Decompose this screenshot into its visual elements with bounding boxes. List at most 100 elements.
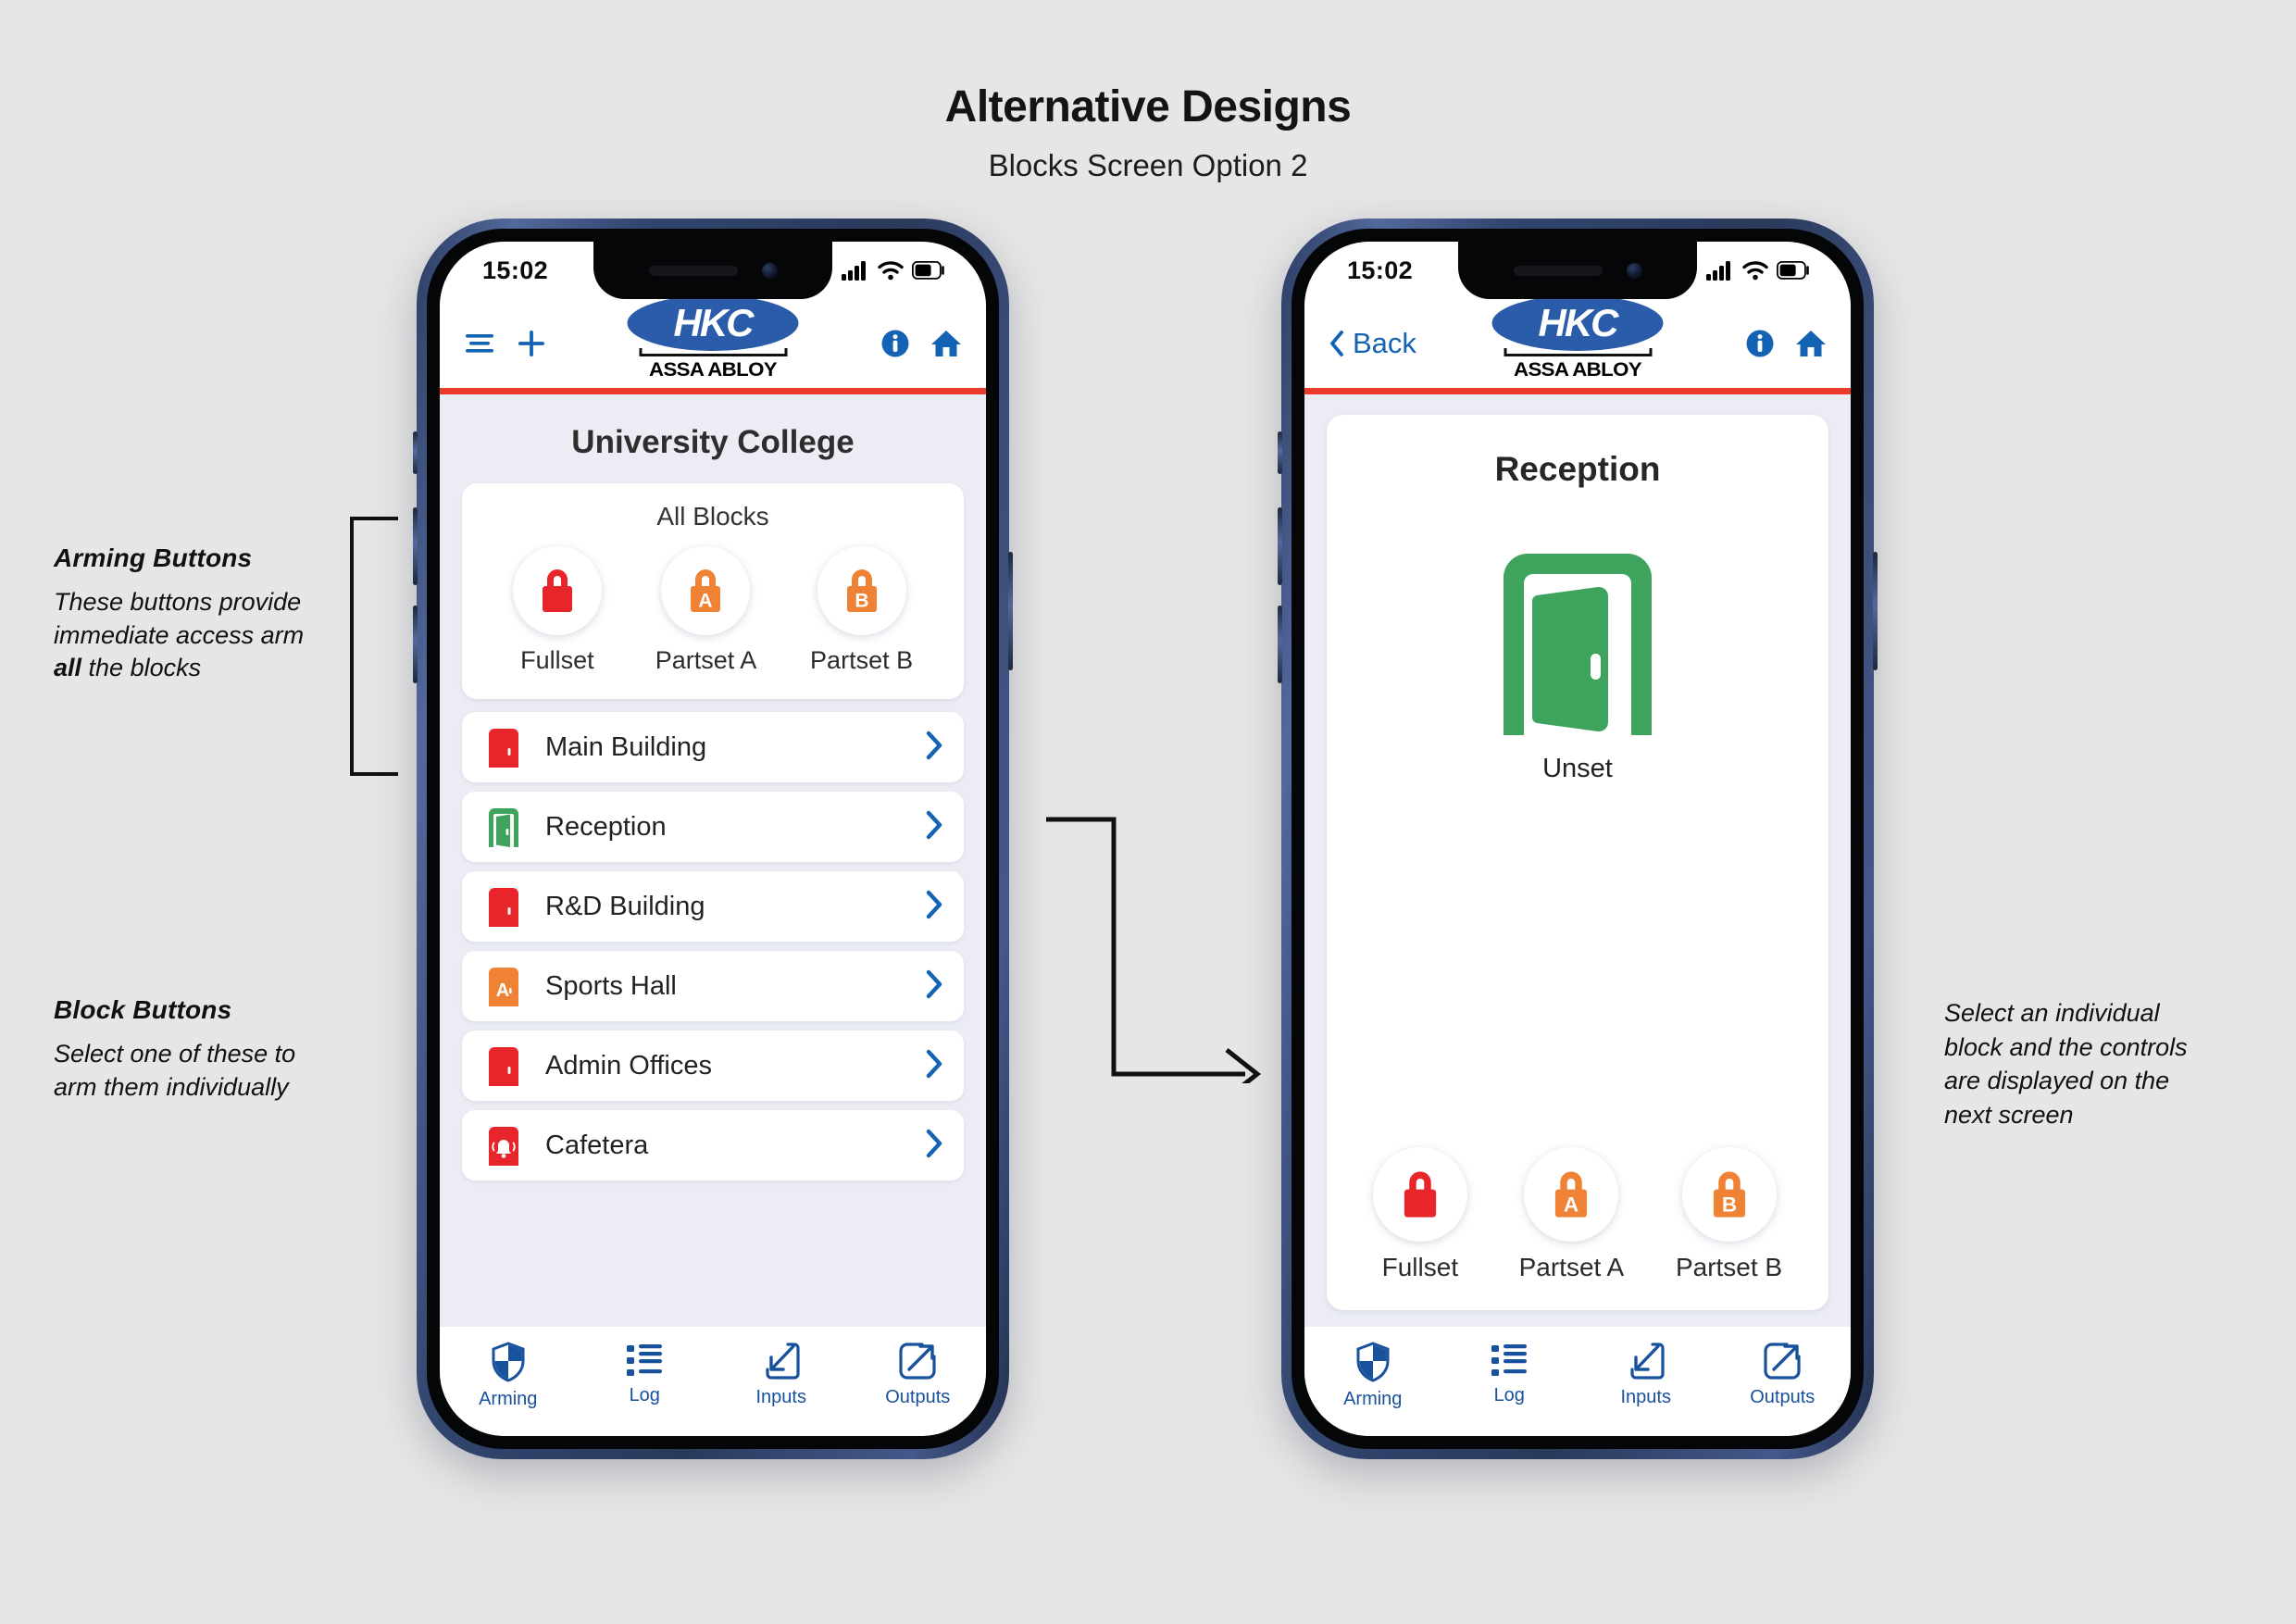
plus-icon[interactable] [516, 328, 547, 359]
chevron-right-icon [925, 1129, 943, 1163]
phone-bezel: 15:02 [427, 229, 999, 1449]
block-row-main-building[interactable]: Main Building [462, 712, 964, 782]
block-row-reception[interactable]: Reception [462, 792, 964, 862]
svg-text:A: A [699, 591, 713, 612]
hkc-logo-text: HKC [673, 301, 755, 344]
tab-arming[interactable]: Arming [453, 1342, 564, 1410]
earpiece-speaker [1513, 265, 1603, 276]
phone-power-button[interactable] [1873, 552, 1878, 670]
phone-volume-down-button[interactable] [1278, 606, 1282, 683]
arm-button-fullset[interactable]: Fullset [1372, 1147, 1467, 1282]
door-open-icon [1491, 546, 1665, 741]
phone-mockup-blocks-list: 15:02 HKC ASSA ABLOY University College … [413, 219, 1013, 1459]
annotation-next-screen-body: Select an individual block and the contr… [1944, 999, 2188, 1130]
phone-volume-down-button[interactable] [413, 606, 418, 683]
arm-label-partset-b: Partset B [810, 646, 914, 674]
tab-outputs[interactable]: Outputs [1727, 1342, 1838, 1408]
chevron-right-icon [925, 1049, 943, 1083]
anno-arming-strong: all [54, 654, 82, 682]
app-header: Back HKC ASSA ABLOY [1304, 295, 1851, 388]
chevron-left-icon [1330, 331, 1343, 356]
padlock-a-icon: A [1555, 1171, 1588, 1218]
block-name: Reception [545, 811, 667, 842]
door-open-icon [482, 806, 525, 848]
shield-icon [492, 1342, 525, 1382]
block-row-rd-building[interactable]: R&D Building [462, 871, 964, 942]
block-row-cafetera[interactable]: Cafetera [462, 1110, 964, 1181]
front-camera [1626, 262, 1642, 279]
phone-power-button[interactable] [1008, 552, 1013, 670]
anno-arming-post: the blocks [81, 654, 202, 682]
list-icon [1491, 1344, 1528, 1376]
annotation-block-buttons: Block Buttons Select one of these to arm… [54, 995, 331, 1104]
hamburger-menu-icon[interactable] [464, 330, 495, 357]
block-list: Main Building Reception R&D Building A S… [440, 712, 986, 1327]
arm-button-partset-a[interactable]: A Partset A [1518, 1147, 1625, 1282]
header-right-actions [823, 329, 962, 358]
annotation-next-screen: Select an individual block and the contr… [1944, 996, 2194, 1132]
wifi-icon [1742, 261, 1768, 281]
arm-label-fullset: Fullset [520, 646, 594, 674]
tab-log[interactable]: Log [589, 1342, 700, 1406]
arm-circle-fullset [512, 546, 602, 635]
annotation-block-body: Select one of these to arm them individu… [54, 1040, 296, 1101]
earpiece-speaker [648, 265, 738, 276]
tab-label-outputs: Outputs [885, 1387, 951, 1407]
back-button-label: Back [1353, 327, 1416, 359]
arm-circle-partset-b: B [1681, 1147, 1777, 1242]
back-button[interactable]: Back [1329, 327, 1416, 360]
block-name: Cafetera [545, 1130, 649, 1160]
arm-button-fullset[interactable]: Fullset [512, 546, 602, 675]
phone-screen-block-detail: 15:02 Back HKC ASSA ABLOY Reception Unse… [1304, 242, 1851, 1436]
svg-text:A: A [1564, 1193, 1578, 1217]
arrow-in-box-icon [1630, 1343, 1665, 1380]
header-red-divider [440, 388, 986, 394]
padlock-icon [542, 569, 572, 612]
page-title: Alternative Designs [944, 82, 1352, 131]
block-detail-title: Reception [1494, 450, 1661, 488]
arm-button-partset-a[interactable]: A Partset A [655, 546, 756, 675]
status-icons [842, 260, 945, 281]
arm-label-partset-a: Partset A [1518, 1253, 1625, 1281]
wifi-icon [878, 261, 904, 281]
tab-label-inputs: Inputs [755, 1387, 806, 1407]
block-state-label: Unset [1542, 754, 1613, 783]
block-name: R&D Building [545, 891, 705, 921]
padlock-b-icon: B [846, 569, 877, 612]
phone-volume-up-button[interactable] [413, 507, 418, 585]
info-icon[interactable] [880, 329, 910, 358]
annotation-arming-buttons: Arming Buttons These buttons provide imm… [54, 543, 331, 685]
assa-abloy-text: ASSA ABLOY [1514, 359, 1642, 381]
svg-text:A: A [496, 981, 509, 1001]
block-name: Main Building [545, 731, 707, 762]
padlock-icon [1404, 1171, 1436, 1218]
tab-outputs[interactable]: Outputs [862, 1342, 973, 1408]
home-icon[interactable] [1795, 329, 1827, 358]
arm-button-partset-b[interactable]: B Partset B [1676, 1147, 1782, 1282]
info-icon[interactable] [1745, 329, 1775, 358]
block-name: Admin Offices [545, 1050, 712, 1081]
arrow-in-box-icon [766, 1343, 800, 1380]
tab-arming[interactable]: Arming [1317, 1342, 1429, 1410]
hkc-logo-text: HKC [1538, 301, 1619, 344]
block-row-sports-hall[interactable]: A Sports Hall [462, 951, 964, 1021]
annotation-block-title: Block Buttons [54, 995, 232, 1024]
phone-mute-switch[interactable] [413, 431, 418, 474]
block-name: Sports Hall [545, 970, 677, 1001]
block-row-admin-offices[interactable]: Admin Offices [462, 1031, 964, 1101]
arm-label-partset-b: Partset B [1675, 1253, 1783, 1281]
arrow-out-box-icon [899, 1343, 936, 1380]
phone-mute-switch[interactable] [1278, 431, 1282, 474]
door-partset-icon: A [482, 965, 525, 1007]
tab-inputs[interactable]: Inputs [726, 1342, 837, 1408]
arm-button-partset-b[interactable]: B Partset B [810, 546, 913, 675]
tab-log[interactable]: Log [1454, 1342, 1565, 1406]
chevron-right-icon [925, 890, 943, 924]
tab-inputs[interactable]: Inputs [1591, 1342, 1702, 1408]
home-icon[interactable] [930, 329, 962, 358]
phone-volume-up-button[interactable] [1278, 507, 1282, 585]
arm-circle-partset-a: A [1524, 1147, 1619, 1242]
padlock-b-icon: B [1713, 1171, 1745, 1218]
annotation-arming-title: Arming Buttons [54, 543, 253, 572]
battery-icon [912, 261, 944, 280]
